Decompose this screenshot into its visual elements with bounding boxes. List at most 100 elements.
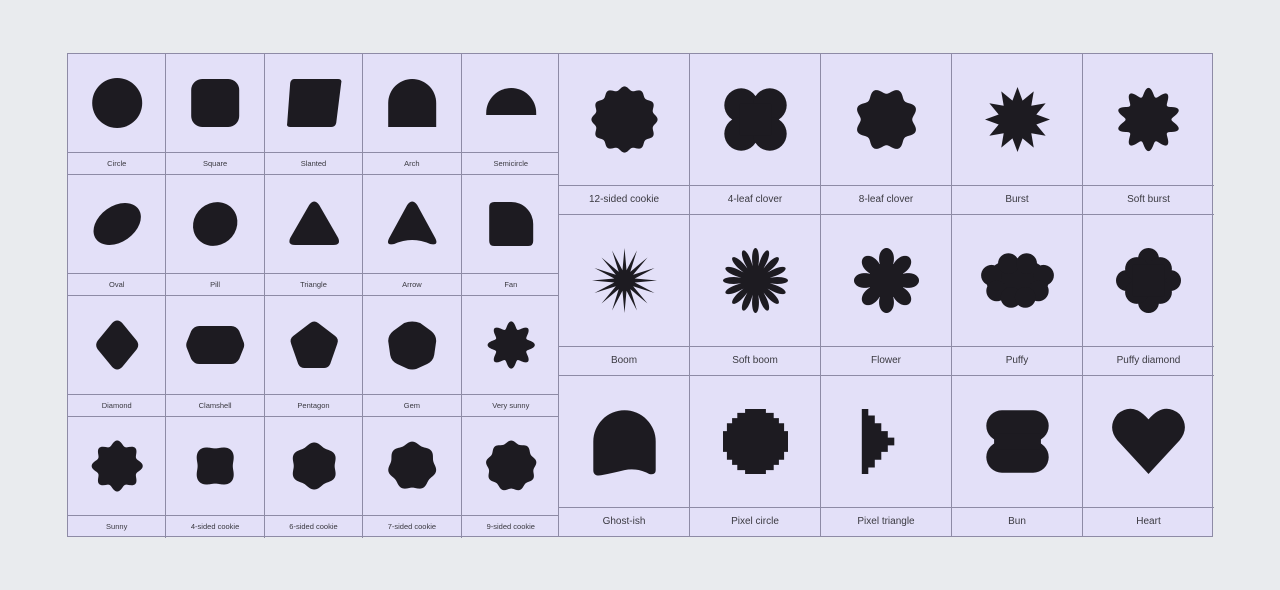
- clamshell-shape-icon: [186, 326, 245, 364]
- shape-label: Arrow: [402, 280, 422, 289]
- 4-leaf-clover-shape-icon: [724, 88, 787, 151]
- 4-sided-cookie-shape-icon: [197, 447, 235, 485]
- puffy-shape-icon: [981, 253, 1054, 308]
- puffy-diamond-shape-icon: [1116, 248, 1181, 313]
- heart-shape-cell: Heart: [1083, 376, 1214, 537]
- pixel-circle-shape-cell: Pixel circle: [690, 376, 821, 537]
- burst-shape-icon: [985, 87, 1050, 152]
- shape-label: 4-sided cookie: [190, 522, 240, 531]
- 7-sided-cookie-shape-icon: [388, 441, 437, 489]
- shape-label: Slanted: [300, 159, 327, 168]
- 8-leaf-clover-shape-icon: [857, 90, 916, 149]
- shape-label: Boom: [610, 355, 638, 366]
- flower-shape-cell: Flower: [821, 215, 952, 376]
- sunny-shape-icon: [91, 440, 143, 492]
- 12-sided-cookie-shape-icon: [591, 86, 658, 153]
- shape-label: Diamond: [101, 401, 132, 410]
- semicircle-shape-cell: Semicircle: [461, 54, 560, 175]
- ghost-ish-shape-icon: [593, 410, 656, 476]
- shape-label: Ghost-ish: [602, 516, 646, 527]
- oval-shape-cell: Oval: [68, 175, 167, 296]
- 4-leaf-clover-shape-cell: 4-leaf clover: [690, 54, 821, 215]
- gem-shape-icon: [388, 321, 437, 370]
- bun-shape-icon: [986, 410, 1049, 473]
- clamshell-shape-cell: Clamshell: [166, 296, 265, 417]
- 9-sided-cookie-shape-icon: [485, 440, 536, 491]
- 4-sided-cookie-shape-cell: 4-sided cookie: [166, 417, 265, 538]
- 9-sided-cookie-shape-cell: 9-sided cookie: [461, 417, 560, 538]
- shape-label: 4-leaf clover: [727, 194, 783, 205]
- pixel-triangle-shape-cell: Pixel triangle: [821, 376, 952, 537]
- shape-label: Pixel triangle: [857, 516, 915, 527]
- circle-shape-cell: Circle: [68, 54, 167, 175]
- puffy-shape-cell: Puffy: [952, 215, 1083, 376]
- shape-label: Soft boom: [732, 355, 778, 366]
- shape-label: 12-sided cookie: [588, 194, 660, 205]
- shape-label: Puffy: [1005, 355, 1029, 366]
- shape-label: 8-leaf clover: [858, 194, 914, 205]
- shape-label: Circle: [107, 159, 127, 168]
- 6-sided-cookie-shape-icon: [292, 442, 336, 490]
- pixel-circle-shape-icon: [723, 409, 788, 474]
- very-sunny-shape-icon: [487, 321, 535, 369]
- boom-shape-cell: Boom: [559, 215, 690, 376]
- shape-label: Pill: [210, 280, 221, 289]
- shape-label: 9-sided cookie: [486, 522, 535, 531]
- shape-label: Oval: [108, 280, 125, 289]
- bun-shape-cell: Bun: [952, 376, 1083, 537]
- soft-burst-shape-icon: [1118, 87, 1179, 152]
- shape-label: Pentagon: [297, 401, 330, 410]
- sunny-shape-cell: Sunny: [68, 417, 167, 538]
- slanted-shape-cell: Slanted: [264, 54, 364, 175]
- triangle-shape-cell: Triangle: [264, 175, 364, 296]
- soft-boom-shape-cell: Soft boom: [690, 215, 821, 376]
- pixel-triangle-shape-icon: [861, 409, 895, 474]
- shape-label: Puffy diamond: [1116, 355, 1181, 366]
- shape-label: Triangle: [300, 280, 327, 289]
- puffy-diamond-shape-cell: Puffy diamond: [1083, 215, 1214, 376]
- shape-label: Semicircle: [493, 159, 529, 168]
- arrow-shape-cell: Arrow: [363, 175, 462, 296]
- 12-sided-cookie-shape-cell: 12-sided cookie: [559, 54, 690, 215]
- shape-label: Arch: [404, 159, 420, 168]
- pentagon-shape-icon: [290, 321, 338, 368]
- soft-burst-shape-cell: Soft burst: [1083, 54, 1214, 215]
- shape-label: Heart: [1136, 516, 1161, 527]
- pill-shape-icon: [193, 202, 238, 246]
- large-shapes-grid: 12-sided cookie 4-leaf clover 8-leaf clove…: [558, 53, 1214, 537]
- shape-label: Flower: [870, 355, 901, 366]
- shape-label: Gem: [403, 401, 421, 410]
- diamond-shape-icon: [96, 320, 139, 370]
- shape-label: Fan: [504, 280, 518, 289]
- shape-label: Pixel circle: [731, 516, 779, 527]
- pill-shape-cell: Pill: [166, 175, 265, 296]
- shape-label: Very sunny: [492, 401, 530, 410]
- arch-shape-icon: [388, 79, 437, 127]
- shape-label: Clamshell: [198, 401, 232, 410]
- very-sunny-shape-cell: Very sunny: [461, 296, 560, 417]
- slanted-shape-icon: [286, 79, 342, 127]
- arrow-shape-icon: [388, 201, 437, 245]
- oval-shape-icon: [93, 203, 141, 245]
- flower-shape-icon: [854, 248, 919, 313]
- diamond-shape-cell: Diamond: [68, 296, 167, 417]
- ghost-ish-shape-cell: Ghost-ish: [559, 376, 690, 537]
- soft-boom-shape-icon: [723, 248, 788, 313]
- 8-leaf-clover-shape-cell: 8-leaf clover: [821, 54, 952, 215]
- shape-label: Soft burst: [1127, 194, 1170, 205]
- 6-sided-cookie-shape-cell: 6-sided cookie: [264, 417, 364, 538]
- shape-label: 6-sided cookie: [289, 522, 338, 531]
- 7-sided-cookie-shape-cell: 7-sided cookie: [363, 417, 462, 538]
- shape-label: Burst: [1005, 194, 1029, 205]
- gem-shape-cell: Gem: [363, 296, 462, 417]
- shape-label: 7-sided cookie: [387, 522, 437, 531]
- fan-shape-cell: Fan: [461, 175, 560, 296]
- semicircle-shape-icon: [485, 88, 536, 115]
- arch-shape-cell: Arch: [363, 54, 462, 175]
- fan-shape-icon: [488, 202, 533, 246]
- small-shapes-grid: Circle Square Slanted Arch Semicircle Oval Pil…: [67, 53, 560, 538]
- pentagon-shape-cell: Pentagon: [264, 296, 364, 417]
- square-shape-icon: [191, 79, 240, 127]
- circle-shape-icon: [92, 78, 143, 128]
- square-shape-cell: Square: [166, 54, 265, 175]
